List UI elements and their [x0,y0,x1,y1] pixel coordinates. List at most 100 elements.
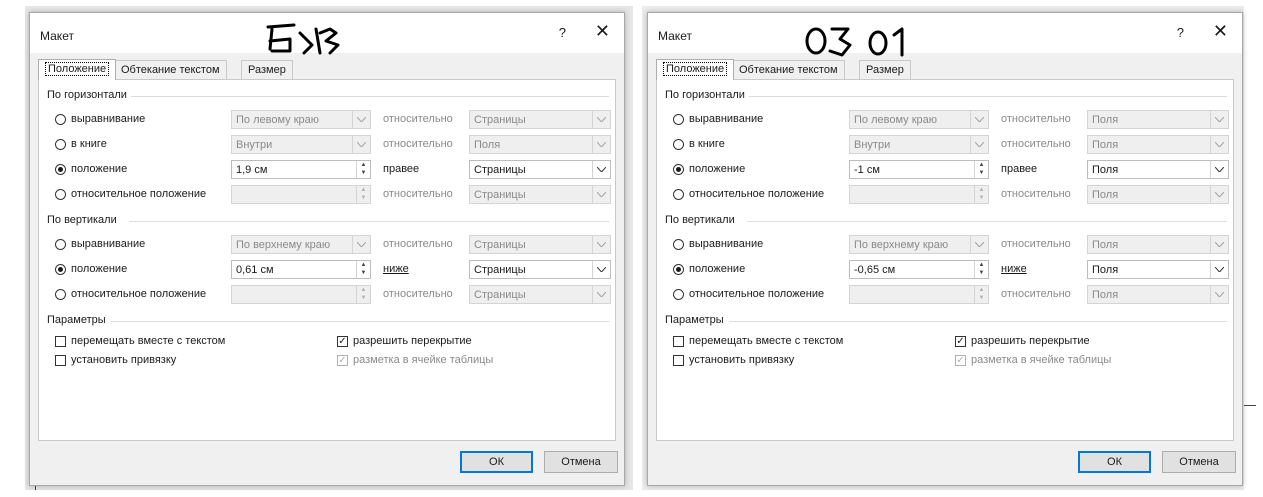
h-book-layout-target-select[interactable]: Поля [469,135,611,154]
v-relative-target-select[interactable]: Поля [1087,285,1229,304]
checkbox-checked[interactable]: ✓ [337,335,348,347]
h-relative-target-select[interactable]: Страницы [469,185,611,204]
spin-arrows-icon[interactable]: ▲ ▼ [974,261,988,278]
v-absolute-position-option[interactable]: положение [673,263,745,275]
h-alignment-select[interactable]: По левому краю [849,110,989,129]
radio-button[interactable] [55,188,66,200]
spin-arrows-icon[interactable]: ▲ ▼ [974,161,988,178]
cancel-button[interactable]: Отмена [544,451,618,473]
relative-to-label: ниже [1001,263,1027,275]
radio-button[interactable] [55,238,66,250]
radio-button[interactable] [673,113,684,125]
radio-button-selected[interactable] [673,163,684,175]
chevron-down-icon [970,136,988,153]
chevron-down-icon [1210,161,1228,178]
radio-button-selected[interactable] [55,163,66,175]
allow-overlap-checkbox[interactable]: ✓ разрешить перекрытие [955,335,1090,347]
cancel-button[interactable]: Отмена [1162,451,1236,473]
v-position-input[interactable]: -0,65 см ▲ ▼ [849,260,989,279]
h-absolute-position-option[interactable]: положение [55,163,127,175]
h-alignment-option[interactable]: выравнивание [673,113,763,125]
h-alignment-target-select[interactable]: Поля [1087,110,1229,129]
v-alignment-option[interactable]: выравнивание [673,238,763,250]
h-book-layout-select[interactable]: Внутри [849,135,989,154]
h-relative-position-option[interactable]: относительное положение [673,188,824,200]
checkbox[interactable] [55,354,66,366]
v-relative-position-option[interactable]: относительное положение [673,288,824,300]
spin-arrows-icon[interactable]: ▲ ▼ [356,261,370,278]
tab-size[interactable]: Размер [859,60,911,79]
relative-to-label: относительно [383,138,453,150]
v-alignment-option[interactable]: выравнивание [55,238,145,250]
tab-size[interactable]: Размер [241,60,293,79]
h-relative-position-input[interactable]: ▲ ▼ [849,185,989,204]
lock-anchor-checkbox[interactable]: установить привязку [673,354,794,366]
v-relative-position-input[interactable]: ▲ ▼ [849,285,989,304]
h-position-target-select[interactable]: Поля [1087,160,1229,179]
h-position-input[interactable]: 1,9 см ▲ ▼ [231,160,371,179]
h-position-target-select[interactable]: Страницы [469,160,611,179]
chevron-down-icon [1210,236,1228,253]
h-alignment-select[interactable]: По левому краю [231,110,371,129]
v-absolute-position-option[interactable]: положение [55,263,127,275]
ok-button[interactable]: ОК [1078,451,1151,473]
h-book-layout-select[interactable]: Внутри [231,135,371,154]
tab-text-wrapping[interactable]: Обтекание текстом [732,60,845,79]
h-alignment-target-select[interactable]: Страницы [469,110,611,129]
radio-button[interactable] [673,238,684,250]
h-position-input[interactable]: -1 см ▲ ▼ [849,160,989,179]
allow-overlap-checkbox[interactable]: ✓ разрешить перекрытие [337,335,472,347]
v-alignment-select[interactable]: По верхнему краю [849,235,989,254]
tab-position[interactable]: Положение [656,59,735,80]
v-position-target-select[interactable]: Поля [1087,260,1229,279]
relative-to-label: ниже [383,263,409,275]
checkbox[interactable] [55,335,66,347]
radio-button[interactable] [55,113,66,125]
v-relative-position-input[interactable]: ▲ ▼ [231,285,371,304]
radio-button[interactable] [673,188,684,200]
tab-text-wrapping[interactable]: Обтекание текстом [114,60,227,79]
h-book-layout-target-select[interactable]: Поля [1087,135,1229,154]
spin-arrows-icon: ▲ ▼ [974,186,988,203]
checkbox[interactable] [673,354,684,366]
spin-arrows-icon[interactable]: ▲ ▼ [356,161,370,178]
close-icon[interactable]: ✕ [1213,22,1228,40]
move-with-text-checkbox[interactable]: перемещать вместе с текстом [55,335,225,347]
h-absolute-position-option[interactable]: положение [673,163,745,175]
tab-position[interactable]: Положение [38,59,117,80]
checkbox[interactable] [673,335,684,347]
h-book-layout-option[interactable]: в книге [55,138,107,150]
h-relative-target-select[interactable]: Поля [1087,185,1229,204]
chevron-down-icon [352,136,370,153]
group-divider [129,221,609,222]
h-relative-position-input[interactable]: ▲ ▼ [231,185,371,204]
v-alignment-target-select[interactable]: Страницы [469,235,611,254]
help-icon[interactable]: ? [559,25,566,40]
v-position-target-select[interactable]: Страницы [469,260,611,279]
h-alignment-option[interactable]: выравнивание [55,113,145,125]
close-icon[interactable]: ✕ [595,22,610,40]
radio-button[interactable] [55,138,66,150]
help-icon[interactable]: ? [1177,25,1184,40]
radio-button-selected[interactable] [55,263,66,275]
checkbox-checked[interactable]: ✓ [955,335,966,347]
v-alignment-target-select[interactable]: Поля [1087,235,1229,254]
ok-button[interactable]: ОК [460,451,533,473]
v-relative-position-option[interactable]: относительное положение [55,288,206,300]
group-divider [129,96,609,97]
v-relative-target-select[interactable]: Страницы [469,285,611,304]
h-relative-position-option[interactable]: относительное положение [55,188,206,200]
v-position-input[interactable]: 0,61 см ▲ ▼ [231,260,371,279]
radio-button[interactable] [55,288,66,300]
layout-dialog-2: Макет ? ✕ Положение Обтекание текстом Ра… [647,12,1243,486]
radio-button-selected[interactable] [673,263,684,275]
radio-button[interactable] [673,288,684,300]
h-book-layout-option[interactable]: в книге [673,138,725,150]
relative-to-label: относительно [1001,138,1071,150]
chevron-down-icon [592,236,610,253]
vertical-group-label: По вертикали [665,214,739,226]
lock-anchor-checkbox[interactable]: установить привязку [55,354,176,366]
radio-button[interactable] [673,138,684,150]
move-with-text-checkbox[interactable]: перемещать вместе с текстом [673,335,843,347]
v-alignment-select[interactable]: По верхнему краю [231,235,371,254]
